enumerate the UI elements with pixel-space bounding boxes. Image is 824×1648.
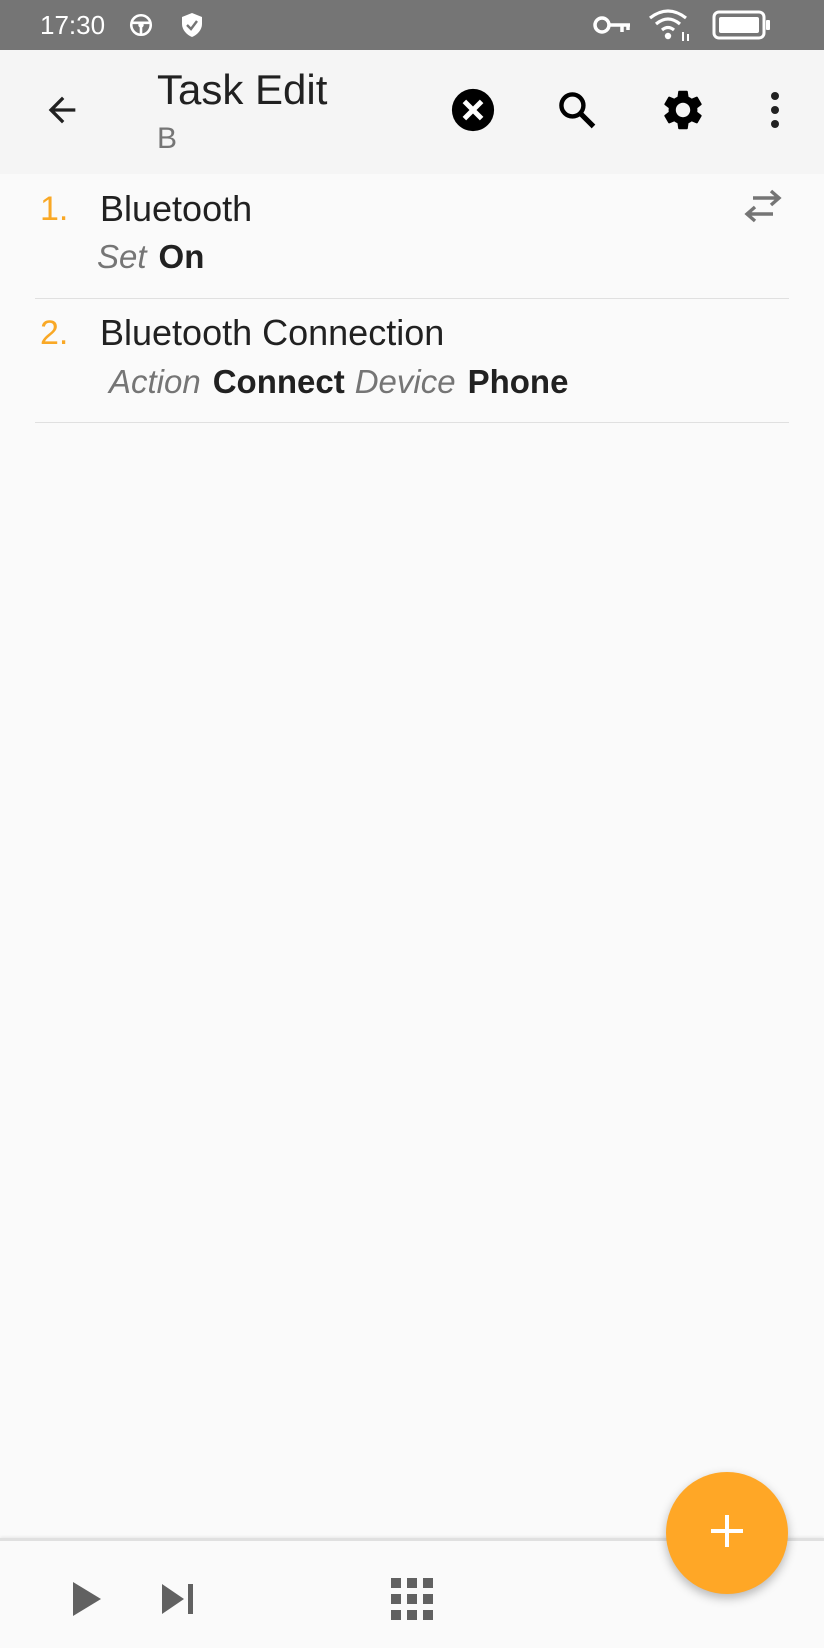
play-button[interactable] bbox=[56, 1571, 116, 1631]
battery-icon bbox=[712, 10, 772, 40]
shield-check-icon bbox=[180, 10, 204, 40]
swap-horiz-icon[interactable] bbox=[741, 188, 785, 224]
arrow-back-icon bbox=[42, 90, 82, 135]
gear-icon bbox=[659, 86, 707, 139]
action-name: Bluetooth Connection bbox=[100, 312, 445, 353]
step-button[interactable] bbox=[148, 1571, 208, 1631]
vpn-key-icon bbox=[592, 10, 632, 40]
action-item-bluetooth-connection[interactable]: 2. Bluetooth Connection Action Connect Dev… bbox=[35, 299, 789, 423]
param-key: Set bbox=[97, 238, 147, 275]
more-vert-icon bbox=[769, 90, 781, 135]
action-params: Action Connect Device Phone bbox=[109, 363, 578, 401]
wifi-icon bbox=[648, 9, 692, 41]
param-value: Phone bbox=[467, 363, 569, 400]
action-number: 1. bbox=[40, 190, 69, 228]
status-bar: 17:30 bbox=[0, 0, 824, 50]
search-button[interactable] bbox=[545, 80, 609, 144]
play-icon bbox=[69, 1580, 103, 1623]
plus-icon bbox=[709, 1513, 745, 1554]
page-title: Task Edit bbox=[157, 66, 328, 113]
action-item-bluetooth[interactable]: 1. Bluetooth Set On bbox=[35, 174, 789, 299]
back-button[interactable] bbox=[30, 80, 94, 144]
more-options-button[interactable] bbox=[743, 80, 807, 144]
status-time: 17:30 bbox=[40, 10, 106, 40]
steering-wheel-icon bbox=[128, 10, 154, 40]
search-icon bbox=[555, 88, 599, 137]
param-key: Action bbox=[109, 363, 201, 400]
action-name: Bluetooth bbox=[100, 188, 253, 229]
close-circle-icon bbox=[450, 87, 496, 138]
task-name: B bbox=[157, 122, 178, 155]
actions-grid-button[interactable] bbox=[382, 1571, 442, 1631]
param-value: On bbox=[158, 238, 205, 275]
param-key: Device bbox=[354, 363, 456, 400]
action-number: 2. bbox=[40, 314, 69, 352]
app-bar: Task Edit B bbox=[0, 50, 824, 174]
add-action-button[interactable] bbox=[666, 1472, 788, 1594]
param-value: Connect bbox=[212, 363, 345, 400]
cancel-button[interactable] bbox=[441, 80, 505, 144]
action-params: Set On bbox=[97, 238, 214, 276]
settings-button[interactable] bbox=[651, 80, 715, 144]
skip-next-icon bbox=[160, 1582, 196, 1621]
grid-icon bbox=[391, 1577, 433, 1625]
